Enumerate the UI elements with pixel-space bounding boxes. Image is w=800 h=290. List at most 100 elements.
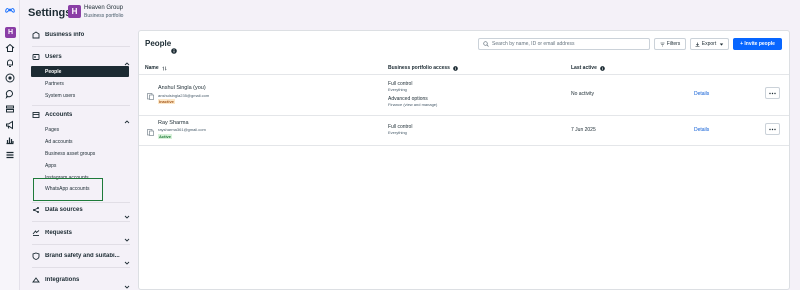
- access-level-detail: Everything: [388, 87, 407, 92]
- caret-down-icon: [720, 43, 724, 46]
- divider: [32, 105, 130, 106]
- access-level-detail: Finance (view and manage): [388, 102, 438, 107]
- nav-item-partners[interactable]: Partners: [45, 81, 64, 87]
- people-card: People Filters Export + Invite people Na…: [138, 30, 790, 290]
- export-button[interactable]: Export: [690, 38, 729, 50]
- nav-business-info[interactable]: Business info: [32, 29, 84, 41]
- info-icon[interactable]: [171, 41, 177, 54]
- business-avatar-header[interactable]: H: [68, 5, 81, 18]
- status-badge: Active: [158, 133, 173, 139]
- user-icon: [147, 87, 154, 100]
- divider: [32, 221, 130, 222]
- info-icon[interactable]: [453, 65, 458, 71]
- business-subtitle: Business portfolio: [84, 12, 124, 19]
- circle-plus-icon[interactable]: [5, 73, 15, 83]
- download-icon: [695, 42, 700, 47]
- page-title: People: [145, 39, 172, 48]
- export-label: Export: [701, 41, 717, 47]
- nav-item-business-asset-groups[interactable]: Business asset groups: [45, 151, 95, 157]
- highlight-box: [33, 178, 103, 201]
- settings-nav: Business info Users People Partners Syst…: [24, 24, 134, 290]
- megaphone-icon[interactable]: [5, 120, 15, 130]
- last-active-value: No activity: [571, 91, 595, 97]
- column-last-active-label: Last active: [571, 65, 597, 71]
- invite-people-button[interactable]: + Invite people: [733, 38, 782, 50]
- status-badge: Inactive: [158, 98, 175, 104]
- bell-icon[interactable]: [5, 58, 15, 68]
- column-header-name[interactable]: Name: [145, 65, 167, 71]
- details-link[interactable]: Details: [694, 91, 709, 97]
- chevron-up-icon[interactable]: [124, 54, 130, 66]
- business-name[interactable]: Heaven Group: [84, 5, 123, 11]
- access-level-detail: Everything: [388, 130, 407, 135]
- nav-brand-safety[interactable]: Brand safety and suitabi...: [32, 250, 130, 265]
- nav-business-info-label: Business info: [45, 32, 85, 38]
- nav-data-sources-label: Data sources: [45, 207, 83, 213]
- icon-rail: H: [0, 0, 20, 290]
- column-access-label: Business portfolio access: [388, 65, 450, 71]
- chevron-down-icon[interactable]: [124, 253, 130, 265]
- users-icon: [32, 53, 40, 61]
- filters-button[interactable]: Filters: [654, 38, 686, 50]
- search-input[interactable]: [492, 41, 642, 47]
- chevron-down-icon[interactable]: [124, 207, 130, 219]
- nav-requests[interactable]: Requests: [32, 227, 130, 242]
- nav-users[interactable]: Users: [32, 51, 130, 66]
- more-icon: [769, 128, 776, 130]
- nav-integrations[interactable]: Integrations: [32, 274, 130, 289]
- divider: [32, 267, 130, 268]
- column-name-label: Name: [145, 65, 159, 71]
- nav-requests-label: Requests: [45, 230, 73, 236]
- nav-item-people[interactable]: People: [31, 66, 129, 77]
- stack-icon[interactable]: [5, 104, 15, 114]
- nav-item-ad-accounts[interactable]: Ad accounts: [45, 139, 73, 145]
- nav-integrations-label: Integrations: [45, 277, 80, 283]
- integrations-icon: [32, 276, 40, 284]
- nav-item-system-users[interactable]: System users: [45, 93, 75, 99]
- nav-accounts-label: Accounts: [45, 112, 73, 118]
- last-active-value: 7 Jun 2025: [571, 127, 596, 133]
- user-email: anshulsingla235@gmail.com: [158, 92, 210, 98]
- column-header-last-active: Last active: [571, 65, 605, 71]
- requests-icon: [32, 229, 40, 237]
- more-options-button[interactable]: [765, 87, 780, 99]
- data-sources-icon: [32, 206, 40, 214]
- chat-icon[interactable]: [5, 89, 15, 99]
- table-row[interactable]: Ray Sharma raysharma361@gmail.com Active…: [139, 116, 789, 144]
- user-icon: [147, 123, 154, 136]
- table-row[interactable]: Anshul Singla (you) anshulsingla235@gmai…: [139, 75, 789, 114]
- nav-accounts[interactable]: Accounts: [32, 109, 130, 124]
- bar-chart-icon[interactable]: [5, 135, 15, 145]
- meta-logo-icon[interactable]: [3, 6, 17, 14]
- column-header-access: Business portfolio access: [388, 65, 458, 71]
- nav-brand-safety-label: Brand safety and suitabi...: [45, 253, 120, 259]
- filters-label: Filters: [666, 41, 681, 47]
- nav-item-pages[interactable]: Pages: [45, 127, 59, 133]
- nav-users-label: Users: [45, 54, 62, 60]
- accounts-icon: [32, 111, 40, 119]
- menu-icon[interactable]: [5, 150, 15, 160]
- home-icon[interactable]: [5, 43, 15, 53]
- chevron-down-icon[interactable]: [124, 230, 130, 242]
- more-icon: [769, 92, 776, 94]
- info-icon[interactable]: [600, 65, 605, 71]
- user-name: Ray Sharma: [158, 120, 189, 126]
- search-box[interactable]: [478, 38, 650, 50]
- business-info-icon: [32, 31, 40, 39]
- chevron-down-icon[interactable]: [124, 277, 130, 289]
- settings-title: Settings: [28, 7, 72, 19]
- divider: [32, 244, 130, 245]
- user-name: Anshul Singla (you): [158, 85, 206, 91]
- sort-icon[interactable]: [162, 65, 167, 71]
- divider: [32, 202, 130, 203]
- more-options-button[interactable]: [765, 123, 780, 135]
- user-email: raysharma361@gmail.com: [158, 127, 206, 132]
- business-avatar[interactable]: H: [5, 27, 16, 38]
- details-link[interactable]: Details: [694, 127, 709, 133]
- search-icon: [483, 41, 489, 47]
- divider: [139, 145, 789, 146]
- chevron-up-icon[interactable]: [124, 112, 130, 124]
- nav-item-apps[interactable]: Apps: [45, 163, 56, 169]
- shield-icon: [32, 252, 40, 260]
- nav-data-sources[interactable]: Data sources: [32, 204, 130, 219]
